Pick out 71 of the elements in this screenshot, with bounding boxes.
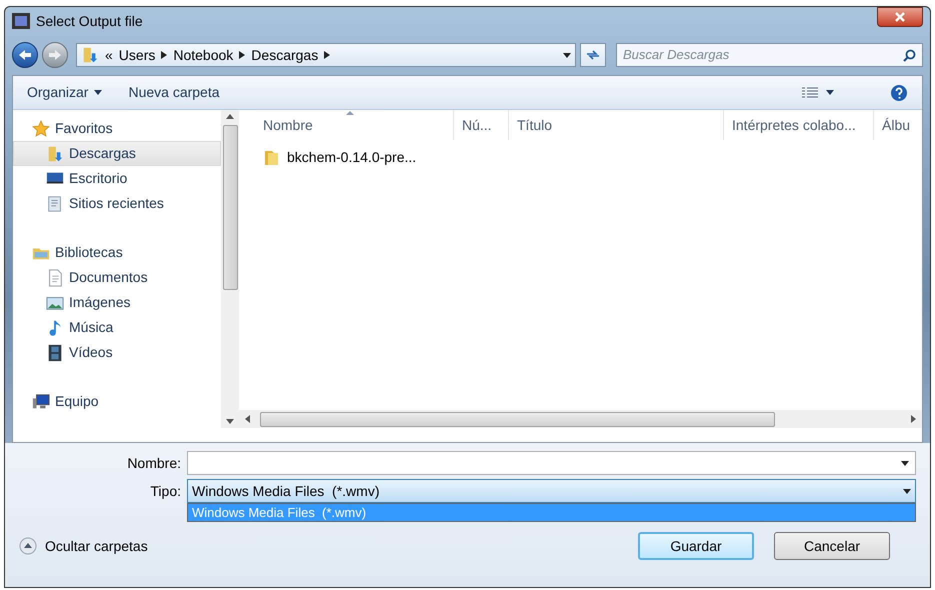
nav-item[interactable]: Documentos	[13, 265, 221, 290]
dropdown-arrow-icon[interactable]	[563, 52, 571, 58]
forward-button[interactable]	[42, 42, 68, 68]
breadcrumb-item[interactable]: Notebook	[173, 44, 234, 66]
recent-places-icon	[46, 194, 64, 212]
document-icon	[46, 268, 64, 286]
nav-item[interactable]: Equipo	[13, 389, 221, 414]
back-arrow-icon	[18, 49, 32, 61]
chevron-right-icon	[324, 51, 330, 59]
column-header[interactable]: Intérpretes colabo...	[724, 110, 874, 140]
chevron-right-icon	[239, 51, 246, 59]
address-bar[interactable]: « Users Notebook Descargas	[76, 43, 576, 67]
scroll-left-icon	[245, 415, 250, 423]
close-button[interactable]	[877, 7, 923, 27]
organize-menu-button[interactable]: Organizar	[27, 82, 102, 103]
search-field[interactable]: Buscar Descargas	[623, 45, 903, 65]
refresh-button[interactable]	[580, 43, 606, 67]
vertical-scrollbar[interactable]	[221, 110, 239, 428]
nav-item[interactable]: Música	[13, 315, 221, 340]
nav-item[interactable]: Descargas	[13, 141, 221, 166]
refresh-icon	[585, 49, 601, 61]
dropdown-arrow-icon	[903, 488, 911, 494]
hide-folders-button[interactable]: Ocultar carpetas	[19, 536, 148, 556]
dropdown-arrow-icon	[901, 460, 909, 466]
film-app-icon	[12, 13, 30, 29]
chevron-right-icon	[161, 51, 168, 59]
list-view-icon	[802, 86, 818, 98]
column-header[interactable]: Título	[509, 110, 724, 140]
column-header[interactable]: Nombre	[239, 110, 454, 140]
breadcrumb-item[interactable]: Users	[118, 44, 156, 66]
view-options-button[interactable]	[802, 86, 834, 98]
folder-item[interactable]: bkchem-0.14.0-pre...	[263, 146, 922, 168]
close-icon	[894, 12, 906, 22]
help-icon[interactable]	[890, 84, 908, 102]
horizontal-scrollbar[interactable]	[239, 410, 922, 428]
scroll-down-icon	[226, 419, 234, 424]
nav-item[interactable]: Sitios recientes	[13, 191, 221, 216]
search-box[interactable]: Buscar Descargas	[616, 43, 923, 67]
nav-item[interactable]: Escritorio	[13, 166, 221, 191]
film-icon	[46, 344, 64, 362]
column-header[interactable]: Nú...	[454, 110, 509, 140]
nav-item[interactable]: Vídeos	[13, 340, 221, 365]
window-title: Select Output file	[36, 12, 143, 31]
sort-arrow-icon	[346, 111, 354, 115]
nav-item[interactable]: Imágenes	[13, 290, 221, 315]
caret-icon	[826, 90, 834, 95]
breadcrumb-overflow[interactable]: «	[105, 44, 113, 66]
scroll-right-icon	[911, 415, 916, 423]
folder-icon	[263, 148, 281, 166]
nav-item[interactable]: Favoritos	[13, 116, 221, 141]
folder-download-icon	[46, 144, 64, 162]
field-label: Nombre:	[126, 454, 182, 472]
forward-arrow-icon	[48, 49, 62, 61]
caret-icon	[94, 90, 102, 95]
column-header[interactable]: Álbu	[874, 110, 922, 140]
scrollbar-thumb[interactable]	[222, 125, 238, 290]
star-icon	[32, 120, 50, 138]
dialog-button[interactable]: Cancelar	[774, 532, 890, 560]
computer-icon	[32, 392, 50, 410]
scroll-up-icon	[226, 114, 234, 119]
back-button[interactable]	[12, 42, 38, 68]
collapse-up-icon	[19, 537, 37, 555]
nav-item[interactable]: Bibliotecas	[13, 240, 221, 265]
search-icon	[903, 48, 916, 62]
folder-download-icon	[81, 46, 99, 64]
dialog-button[interactable]: Guardar	[638, 532, 754, 560]
scrollbar-thumb[interactable]	[260, 412, 775, 426]
file-type-select[interactable]: Windows Media Files (*.wmv)	[187, 479, 916, 503]
breadcrumb-item[interactable]: Descargas	[251, 44, 318, 66]
field-label: Tipo:	[149, 482, 182, 501]
new-folder-button[interactable]: Nueva carpeta	[128, 82, 220, 103]
